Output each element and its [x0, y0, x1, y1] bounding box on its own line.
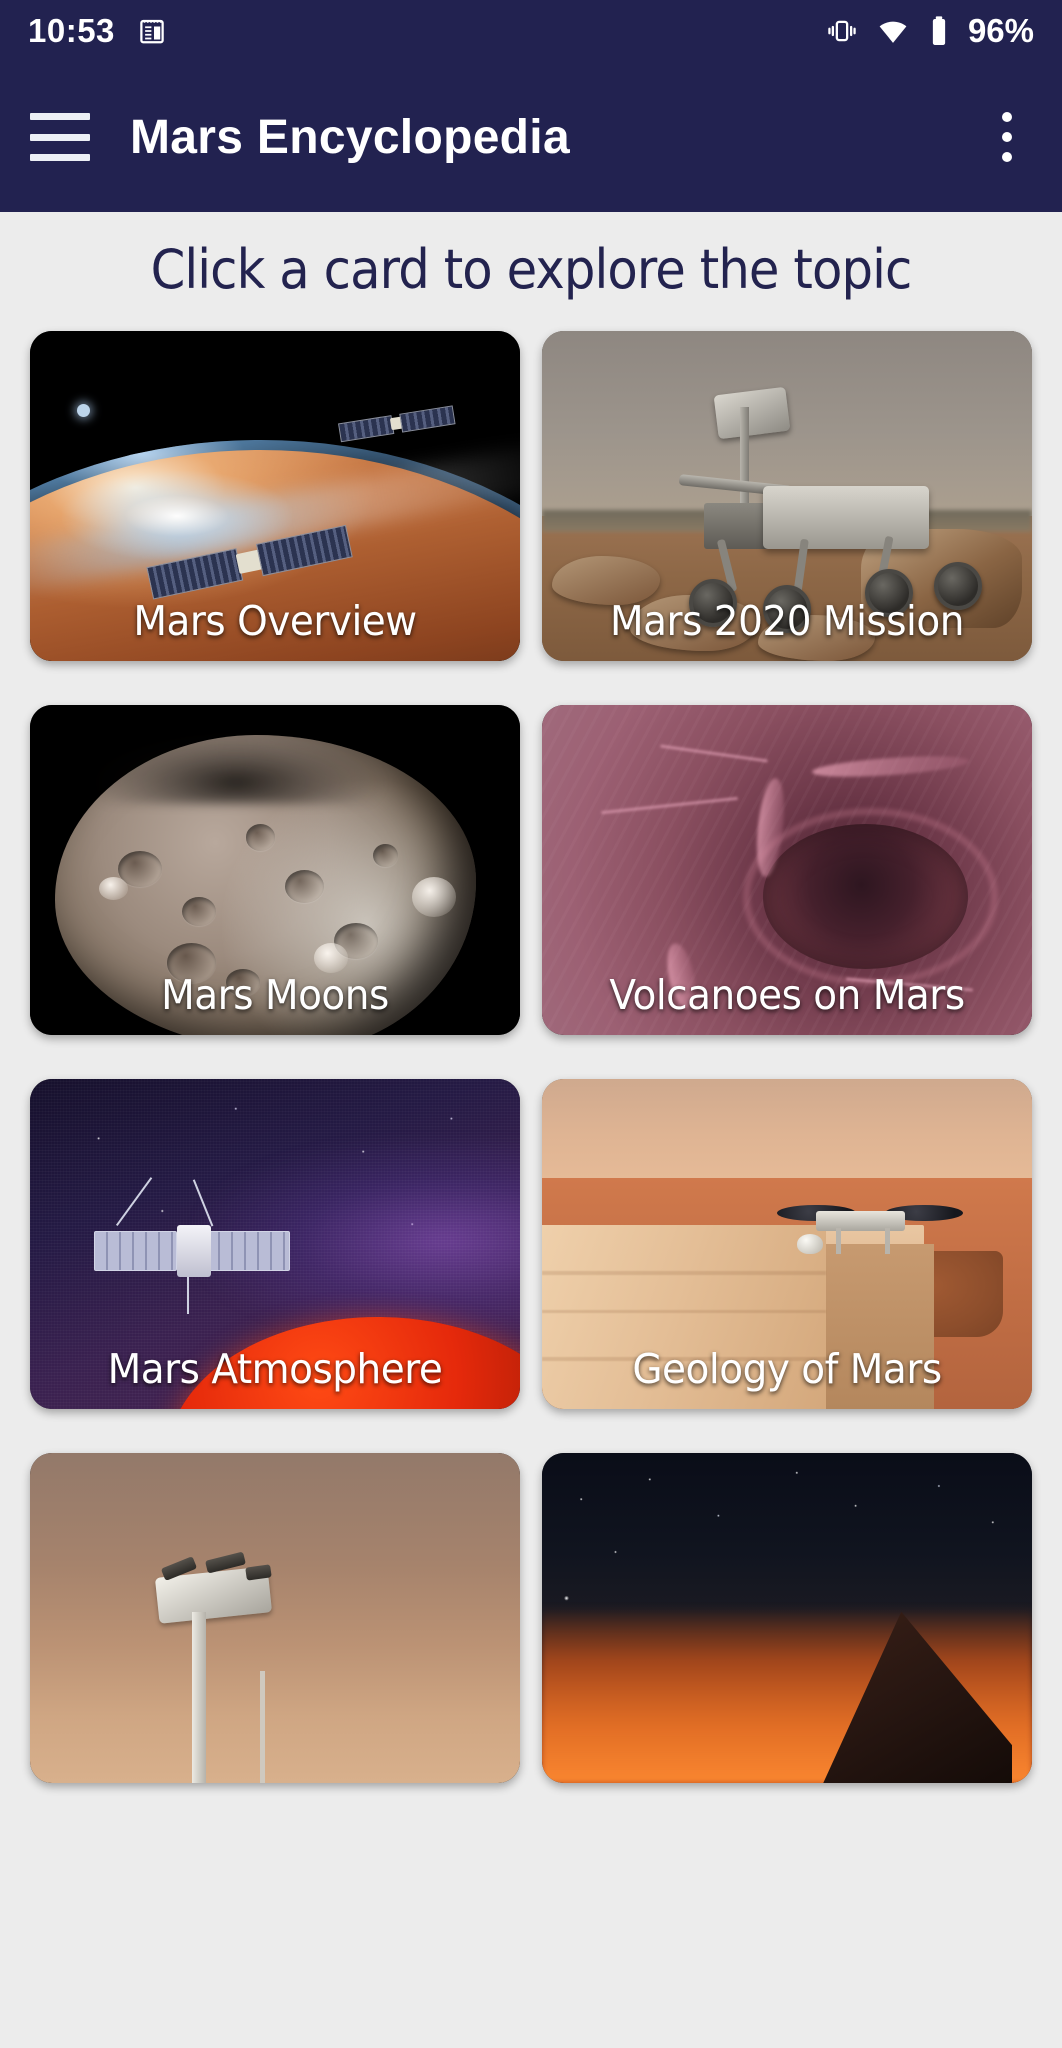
- card-label: Mars Moons: [161, 971, 389, 1020]
- battery-percent: 96%: [967, 12, 1034, 49]
- card-label: Geology of Mars: [632, 1345, 942, 1394]
- card-label: Mars Overview: [133, 597, 417, 646]
- topic-card-mars-overview[interactable]: Mars Overview: [30, 331, 520, 662]
- card-label: Volcanoes on Mars: [609, 971, 965, 1020]
- wifi-icon: [876, 16, 910, 46]
- instruction-heading: Click a card to explore the topic: [150, 238, 913, 301]
- status-bar: 10:53 96%: [0, 0, 1062, 62]
- topic-card-grid: Mars Overview Mars 2020 Mission Mars Moo…: [0, 313, 1062, 1784]
- status-bar-left: 10:53: [28, 12, 167, 50]
- topic-card-mars-moons[interactable]: Mars Moons: [30, 705, 520, 1036]
- card-artwork-night-sky-peak: [542, 1453, 1032, 1784]
- card-label: Mars Atmosphere: [107, 1345, 443, 1394]
- card-label: Mars 2020 Mission: [610, 597, 964, 646]
- hamburger-menu-icon[interactable]: [30, 113, 90, 161]
- topic-card-partial-right[interactable]: [542, 1453, 1032, 1784]
- app-bar: Mars Encyclopedia: [0, 62, 1062, 212]
- card-artwork-weather-instrument: [30, 1453, 520, 1784]
- vibrate-icon: [826, 16, 858, 46]
- notepad-icon: [137, 16, 167, 46]
- app-root: 10:53 96% Mars Encyclopedia Click a card…: [0, 0, 1062, 2048]
- topic-card-mars-atmosphere[interactable]: Mars Atmosphere: [30, 1079, 520, 1410]
- topic-card-partial-left[interactable]: [30, 1453, 520, 1784]
- topic-card-geology-of-mars[interactable]: Geology of Mars: [542, 1079, 1032, 1410]
- topic-card-volcanoes-on-mars[interactable]: Volcanoes on Mars: [542, 705, 1032, 1036]
- topic-card-mars-2020-mission[interactable]: Mars 2020 Mission: [542, 331, 1032, 662]
- more-vert-icon[interactable]: [982, 102, 1032, 172]
- battery-icon: [928, 15, 950, 47]
- status-bar-right: 96%: [826, 12, 1034, 50]
- status-time: 10:53: [28, 12, 115, 49]
- page-title: Mars Encyclopedia: [130, 110, 570, 164]
